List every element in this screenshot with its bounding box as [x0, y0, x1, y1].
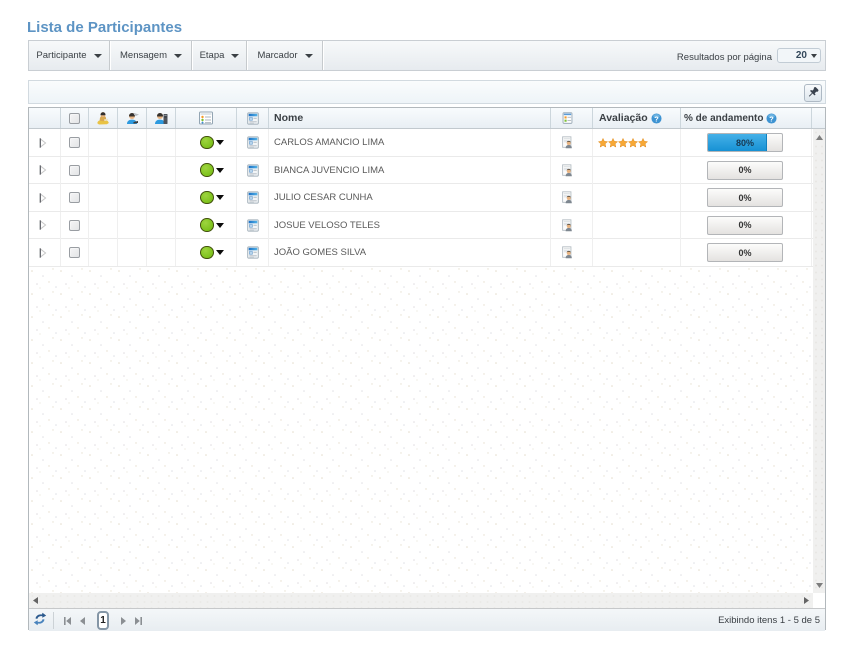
svg-text:?: ?: [770, 114, 775, 123]
svg-text:?: ?: [654, 114, 659, 123]
